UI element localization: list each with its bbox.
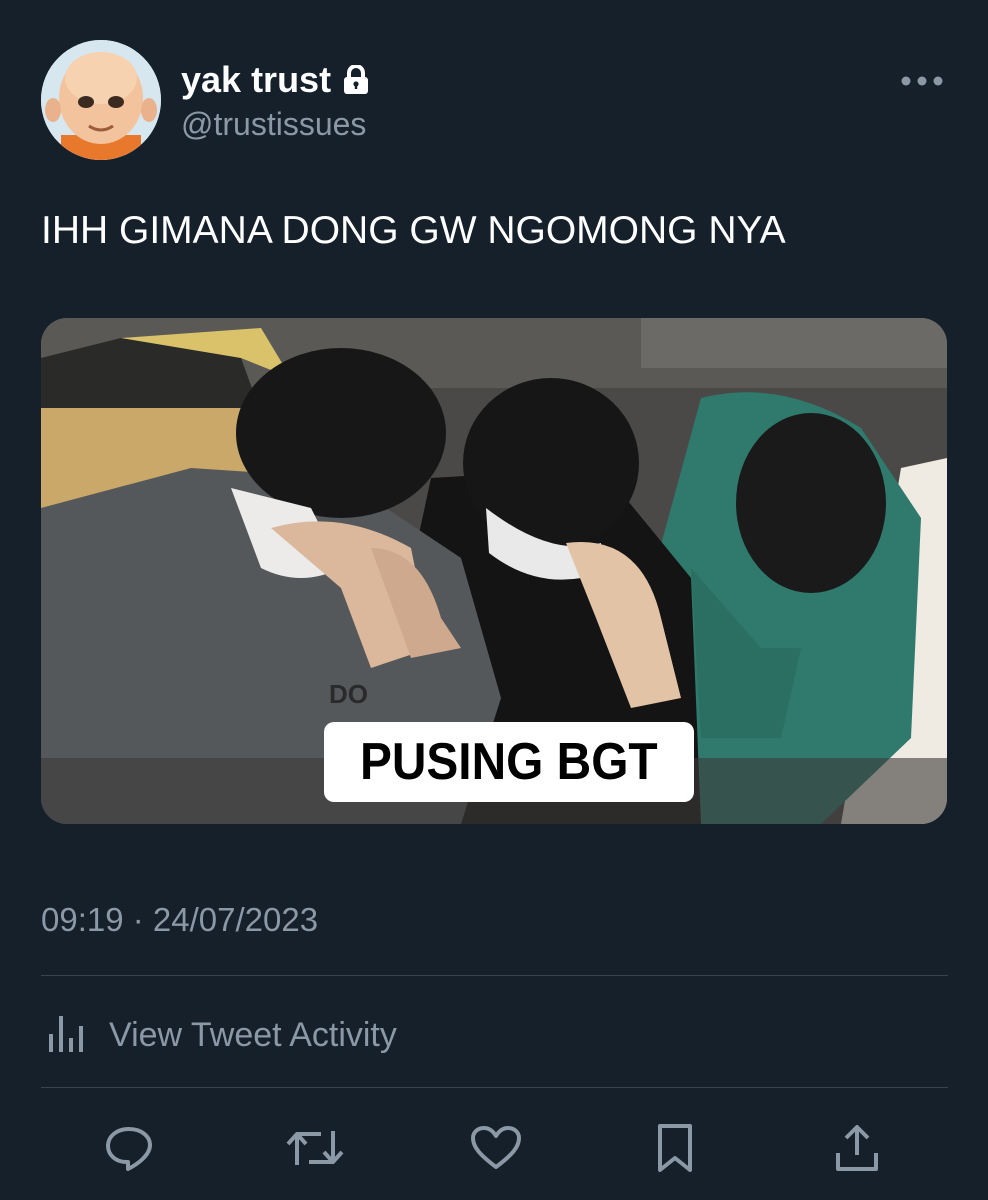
- media-caption: PUSING BGT: [324, 722, 694, 802]
- display-name: yak trust: [181, 59, 332, 100]
- tweet-text: IHH GIMANA DONG GW NGOMONG NYA: [41, 209, 786, 252]
- avatar-image: [41, 40, 161, 160]
- view-tweet-activity-label: View Tweet Activity: [109, 1015, 397, 1054]
- divider: [41, 975, 948, 976]
- share-button[interactable]: [827, 1118, 887, 1178]
- retweet-button[interactable]: [285, 1118, 345, 1178]
- retweet-icon: [285, 1125, 345, 1171]
- analytics-icon: [41, 1010, 87, 1059]
- heart-icon: [470, 1125, 522, 1171]
- lock-icon: [343, 65, 369, 95]
- divider: [41, 1087, 948, 1088]
- reply-icon: [104, 1124, 154, 1172]
- author-name-row[interactable]: yak trust: [181, 58, 369, 102]
- shirt-print-text: DO: [329, 679, 368, 709]
- more-options-icon[interactable]: [898, 66, 948, 96]
- bookmark-button[interactable]: [645, 1118, 705, 1178]
- like-button[interactable]: [466, 1118, 526, 1178]
- share-icon: [832, 1123, 882, 1173]
- tweet-actions-bar: [41, 1118, 948, 1178]
- bookmark-icon: [655, 1122, 695, 1174]
- reply-button[interactable]: [99, 1118, 159, 1178]
- avatar[interactable]: [41, 40, 161, 160]
- media-caption-text: PUSING BGT: [360, 733, 658, 791]
- tweet-timestamp[interactable]: 09:19 · 24/07/2023: [41, 898, 318, 942]
- user-handle[interactable]: @trustissues: [181, 104, 366, 144]
- view-tweet-activity-button[interactable]: View Tweet Activity: [41, 1010, 397, 1059]
